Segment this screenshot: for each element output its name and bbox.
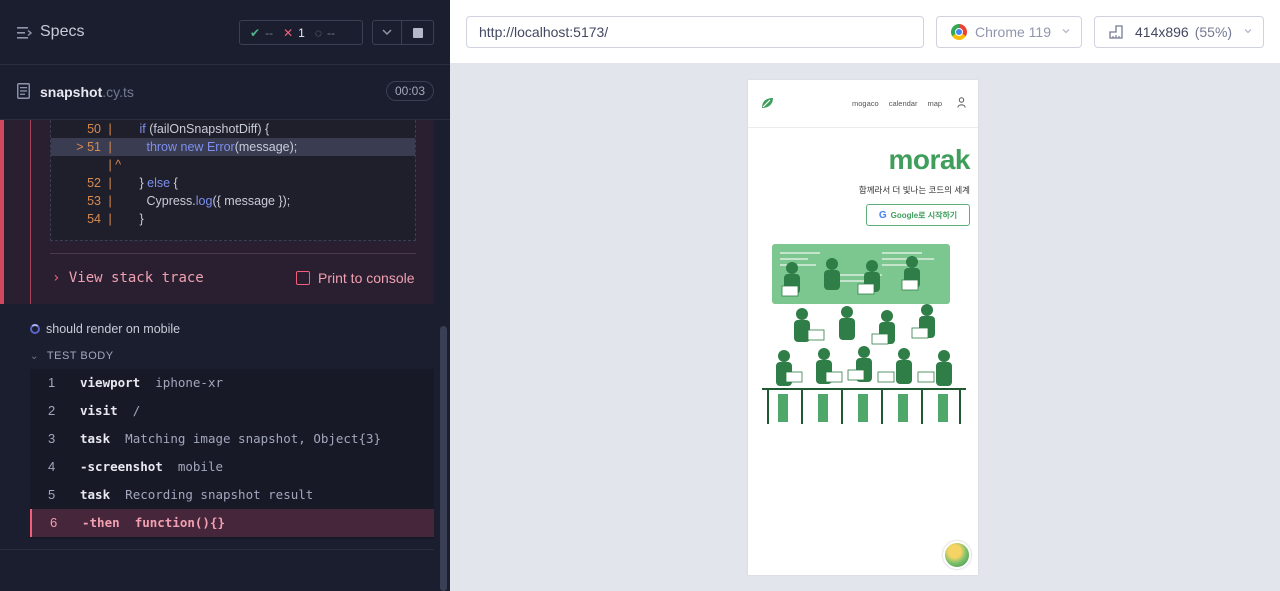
chevron-down-icon	[1244, 29, 1252, 34]
line-number: 53	[87, 194, 101, 208]
browser-label: Chrome 119	[975, 24, 1052, 40]
stop-icon	[412, 27, 423, 38]
command-number: 5	[48, 487, 56, 502]
command-name: task Recording snapshot result	[80, 487, 314, 502]
test-title[interactable]: should render on mobile	[30, 322, 180, 336]
google-login-button[interactable]: G Google로 시작하기	[866, 204, 970, 226]
command-number: 3	[48, 431, 56, 446]
specs-header: Specs ✔ -- ✕ 1 ◌ --	[0, 0, 450, 65]
nav-link-map[interactable]: map	[927, 99, 942, 108]
failed-stat: ✕ 1	[283, 26, 305, 40]
print-to-console-button[interactable]: Print to console	[296, 270, 415, 286]
line-number: > 51	[76, 140, 101, 154]
chevron-down-icon	[382, 29, 392, 36]
ruler-icon	[1109, 25, 1123, 39]
chevron-down-icon	[1062, 29, 1070, 34]
check-icon: ✔	[250, 25, 261, 40]
app-preview: mogaco calendar map morak 함께라서 더 빛나는 코드의…	[748, 80, 978, 575]
command-name: visit /	[80, 403, 141, 418]
command-row[interactable]: 3 task Matching image snapshot, Object{3}	[30, 425, 434, 453]
command-number: 6	[50, 515, 58, 530]
pending-stat: ◌ --	[315, 26, 335, 40]
command-number: 1	[48, 375, 56, 390]
code-frame: 50 | if (failOnSnapshotDiff) { > 51 | th…	[50, 120, 416, 241]
pending-count: --	[326, 25, 335, 40]
line-number: 54	[87, 212, 101, 226]
code-line: 50 | if (failOnSnapshotDiff) {	[51, 120, 415, 138]
app-nav-links: mogaco calendar map	[852, 99, 942, 108]
floating-avatar-button[interactable]	[943, 541, 971, 569]
passed-count: --	[265, 25, 274, 40]
spec-file-name: snapshot.cy.ts	[40, 84, 134, 100]
passed-stat: ✔ --	[250, 26, 273, 40]
command-number: 2	[48, 403, 56, 418]
code-line-highlighted: > 51 | throw new Error(message);	[51, 138, 415, 156]
chevron-right-icon: ›	[52, 270, 61, 286]
code-line: 54 | }	[51, 210, 415, 228]
spec-file-row[interactable]: snapshot.cy.ts 00:03	[0, 65, 450, 120]
terminal-icon	[296, 271, 310, 285]
command-name: task Matching image snapshot, Object{3}	[80, 431, 382, 446]
chevron-down-icon: ⌄	[30, 350, 39, 362]
print-to-console-label: Print to console	[318, 270, 415, 286]
viewport-size: 414x896	[1135, 24, 1189, 40]
test-body-label: TEST BODY	[46, 350, 114, 362]
browser-selector[interactable]: Chrome 119	[936, 16, 1082, 48]
command-name: -then function(){}	[82, 515, 226, 530]
line-number: 52	[87, 176, 101, 190]
line-number: 50	[87, 122, 101, 136]
command-name: -screenshot mobile	[80, 459, 224, 474]
reporter-panel: Specs ✔ -- ✕ 1 ◌ -- snapshot.cy.ts 00:03…	[0, 0, 450, 591]
aut-panel: http://localhost:5173/ Chrome 119 414x89…	[450, 0, 1280, 591]
tagline: 함께라서 더 빛나는 코드의 세계	[858, 185, 970, 195]
command-row[interactable]: 4 -screenshot mobile	[30, 453, 434, 481]
brand-title: morak	[888, 144, 970, 175]
command-row[interactable]: 5 task Recording snapshot result	[30, 481, 434, 509]
spec-file-ext: .cy.ts	[102, 84, 134, 100]
specs-title[interactable]: Specs	[40, 23, 84, 41]
command-row[interactable]: 2 visit /	[30, 397, 434, 425]
failed-count: 1	[298, 25, 305, 40]
options-dropdown-button[interactable]	[372, 20, 402, 45]
view-stack-trace-button[interactable]: › View stack trace	[52, 270, 204, 286]
code-line: 52 | } else {	[51, 174, 415, 192]
leaf-logo-icon[interactable]	[760, 96, 774, 110]
url-bar[interactable]: http://localhost:5173/	[466, 16, 924, 48]
document-icon	[17, 83, 30, 99]
app-nav: mogaco calendar map	[748, 80, 978, 128]
pending-circle-icon: ◌	[314, 25, 322, 40]
hero-illustration	[762, 244, 966, 424]
google-icon: G	[878, 209, 887, 221]
divider	[50, 253, 416, 254]
stats-box: ✔ -- ✕ 1 ◌ --	[239, 20, 363, 45]
command-row-failed[interactable]: 6 -then function(){}	[30, 509, 434, 537]
error-block: 50 | if (failOnSnapshotDiff) { > 51 | th…	[0, 120, 434, 304]
spec-file-basename: snapshot	[40, 84, 103, 100]
command-name: viewport iphone-xr	[80, 375, 224, 390]
stop-button[interactable]	[402, 20, 434, 45]
menu-icon[interactable]	[17, 26, 32, 40]
test-body-toggle[interactable]: ⌄ TEST BODY	[30, 350, 114, 362]
command-number: 4	[48, 459, 56, 474]
google-login-label: Google로 시작하기	[890, 210, 958, 220]
viewport-selector[interactable]: 414x896 (55%)	[1094, 16, 1264, 48]
command-log: 1 viewport iphone-xr 2 visit / 3 task Match…	[30, 369, 434, 539]
user-icon[interactable]	[957, 97, 966, 108]
browser-toolbar: http://localhost:5173/ Chrome 119 414x89…	[450, 0, 1280, 64]
nav-link-mogaco[interactable]: mogaco	[852, 99, 879, 108]
command-row[interactable]: 1 viewport iphone-xr	[30, 369, 434, 397]
chrome-icon	[951, 24, 967, 40]
test-title-label: should render on mobile	[46, 322, 181, 336]
scrollbar[interactable]	[440, 326, 447, 591]
code-line: 53 | Cypress.log({ message });	[51, 192, 415, 210]
nav-link-calendar[interactable]: calendar	[889, 99, 918, 108]
divider	[0, 549, 434, 550]
error-inner: 50 | if (failOnSnapshotDiff) { > 51 | th…	[30, 120, 435, 304]
viewport-scale: (55%)	[1194, 24, 1233, 40]
x-icon: ✕	[283, 25, 294, 40]
code-line-caret: | ^	[105, 158, 122, 172]
running-spinner-icon	[30, 324, 40, 334]
duration-badge: 00:03	[386, 81, 434, 101]
